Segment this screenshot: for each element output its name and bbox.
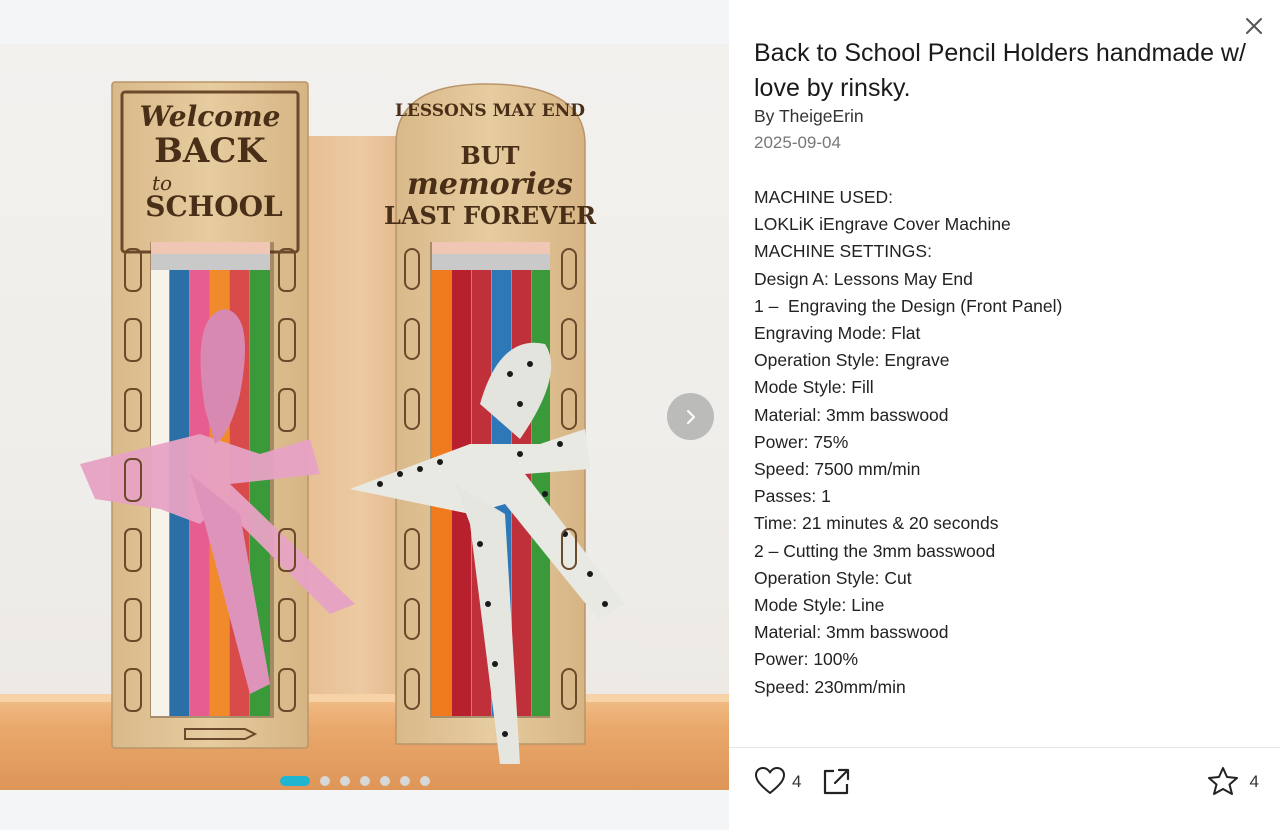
description-line: Material: 3mm basswood (754, 404, 949, 425)
description-line: Operation Style: Cut (754, 567, 912, 588)
plaque-lessons: LESSONS MAY END (395, 101, 585, 121)
favorite-count: 4 (1249, 772, 1259, 791)
description-line: Time: 21 minutes & 20 seconds (754, 513, 999, 534)
left-pencil-holder (80, 81, 355, 749)
close-icon (1246, 18, 1262, 34)
favorite-button[interactable] (1207, 766, 1239, 801)
carousel-dot-2[interactable] (320, 776, 330, 786)
actions-divider (729, 747, 1280, 748)
description-line: Speed: 230mm/min (754, 676, 906, 697)
like-button[interactable] (754, 766, 786, 796)
post-description: MACHINE USED: LOKLiK iEngrave Cover Mach… (754, 184, 1259, 701)
post-title: Back to School Pencil Holders handmade w… (754, 39, 1246, 102)
plaque-memories: memories (407, 167, 573, 202)
post-author[interactable]: By TheigeErin (754, 106, 864, 127)
carousel-dots (280, 776, 430, 786)
description-line: Speed: 7500 mm/min (754, 459, 921, 480)
carousel-dot-3[interactable] (340, 776, 350, 786)
share-button[interactable] (821, 767, 851, 802)
description-line: Power: 100% (754, 649, 859, 670)
description-line: Power: 75% (754, 431, 849, 452)
post-actions: 4 4 (754, 764, 1259, 800)
description-line: MACHINE USED: (754, 187, 894, 207)
description-line: 2 – Cutting the 3mm basswood (754, 540, 996, 561)
post-detail-panel: Back to School Pencil Holders handmade w… (729, 0, 1280, 830)
carousel-dot-5[interactable] (380, 776, 390, 786)
next-image-button[interactable] (667, 393, 714, 440)
plaque-but: BUT (460, 141, 519, 170)
description-line: 1 – Engraving the Design (Front Panel) (754, 295, 1063, 316)
carousel-dot-7[interactable] (420, 776, 430, 786)
like-count: 4 (792, 772, 802, 791)
description-line: Mode Style: Fill (754, 377, 874, 398)
plaque-last-forever: LAST FOREVER (384, 201, 597, 230)
image-gallery: Welcome BACK to SCHOOL LESSONS MAY END B… (0, 0, 729, 830)
plaque-welcome: Welcome (140, 100, 281, 133)
project-photo[interactable]: Welcome BACK to SCHOOL LESSONS MAY END B… (0, 44, 729, 790)
description-line: Operation Style: Engrave (754, 350, 950, 371)
plaque-back: BACK (154, 131, 267, 171)
post-date: 2025-09-04 (754, 133, 841, 152)
carousel-dot-4[interactable] (360, 776, 370, 786)
carousel-dot-1[interactable] (280, 776, 310, 786)
description-line: Engraving Mode: Flat (754, 323, 921, 344)
description-line: Material: 3mm basswood (754, 622, 949, 643)
description-line: Mode Style: Line (754, 595, 885, 616)
heart-icon (755, 767, 785, 794)
description-line: MACHINE SETTINGS: (754, 241, 932, 262)
star-icon (1208, 767, 1238, 795)
pencil-holders-illustration: Welcome BACK to SCHOOL LESSONS MAY END B… (80, 81, 625, 764)
plaque-school: SCHOOL (145, 190, 283, 223)
close-button[interactable] (1242, 14, 1266, 38)
chevron-right-icon (686, 409, 695, 424)
description-line: Design A: Lessons May End (754, 268, 973, 289)
description-line: Passes: 1 (754, 486, 831, 507)
carousel-dot-6[interactable] (400, 776, 410, 786)
description-line: LOKLiK iEngrave Cover Machine (754, 214, 1011, 235)
share-icon (823, 768, 850, 795)
